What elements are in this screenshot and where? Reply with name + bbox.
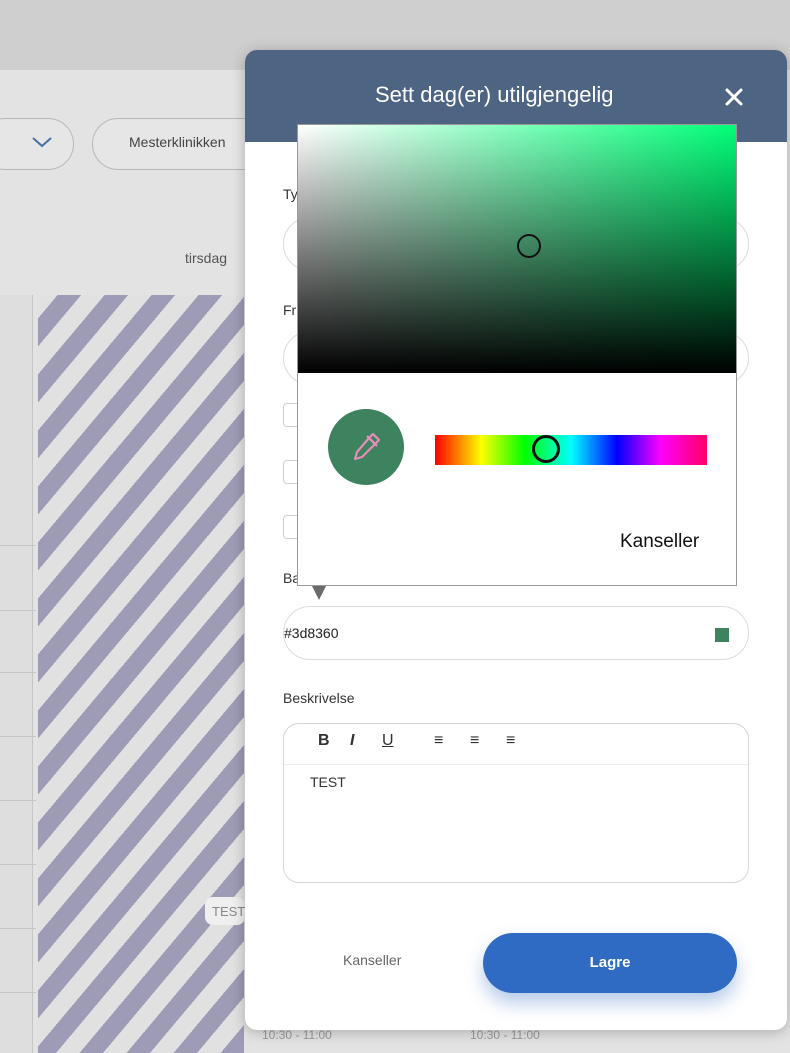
appointment-time: 10:30 - 11:00 (262, 1028, 332, 1042)
close-icon (725, 88, 743, 106)
time-column (0, 295, 33, 1053)
view-dropdown-button[interactable] (0, 118, 74, 170)
align-right-button[interactable]: ≡ (506, 732, 515, 750)
picker-caret (312, 586, 326, 600)
description-label: Beskrivelse (283, 690, 355, 706)
editor-content[interactable]: TEST (310, 774, 346, 790)
from-label: Fr (283, 302, 297, 318)
cancel-button[interactable]: Kanseller (343, 952, 401, 968)
hue-slider[interactable] (435, 435, 707, 465)
color-value-text: #3d8360 (284, 625, 339, 641)
eyedropper-button[interactable] (328, 409, 404, 485)
grid-line (0, 610, 36, 611)
save-button[interactable]: Lagre (483, 933, 737, 993)
grid-line (0, 864, 36, 865)
modal-title: Sett dag(er) utilgjengelig (375, 82, 614, 107)
appointment-time: 10:30 - 11:00 (470, 1028, 540, 1042)
bold-button[interactable]: B (318, 732, 330, 750)
align-center-button[interactable]: ≡ (470, 732, 479, 750)
day-name: tirsdag (185, 250, 228, 266)
color-field[interactable]: #3d8360 (283, 606, 749, 660)
picker-cancel-button[interactable]: Kanseller (620, 531, 699, 553)
grid-line (0, 672, 36, 673)
grid-line (0, 736, 36, 737)
color-picker-popover: Kanseller (297, 124, 737, 586)
saturation-handle[interactable] (517, 234, 541, 258)
hue-handle[interactable] (532, 435, 560, 463)
unavailable-day-stripes (38, 295, 244, 1053)
close-button[interactable] (721, 84, 747, 110)
description-editor[interactable]: B I U ≡ ≡ ≡ TEST (283, 723, 749, 883)
underline-button[interactable]: U (382, 732, 394, 750)
grid-line (0, 992, 36, 993)
italic-button[interactable]: I (350, 732, 354, 750)
eyedropper-icon (353, 432, 381, 461)
chevron-down-icon (32, 137, 52, 148)
type-label: Ty (283, 186, 298, 202)
grid-line (0, 545, 36, 546)
grid-line (0, 800, 36, 801)
saturation-area[interactable] (298, 125, 736, 373)
align-left-button[interactable]: ≡ (434, 732, 443, 750)
grid-line (0, 928, 36, 929)
editor-toolbar: B I U ≡ ≡ ≡ (284, 724, 748, 765)
color-swatch[interactable] (715, 628, 729, 642)
event-chip[interactable]: TEST (205, 897, 245, 925)
